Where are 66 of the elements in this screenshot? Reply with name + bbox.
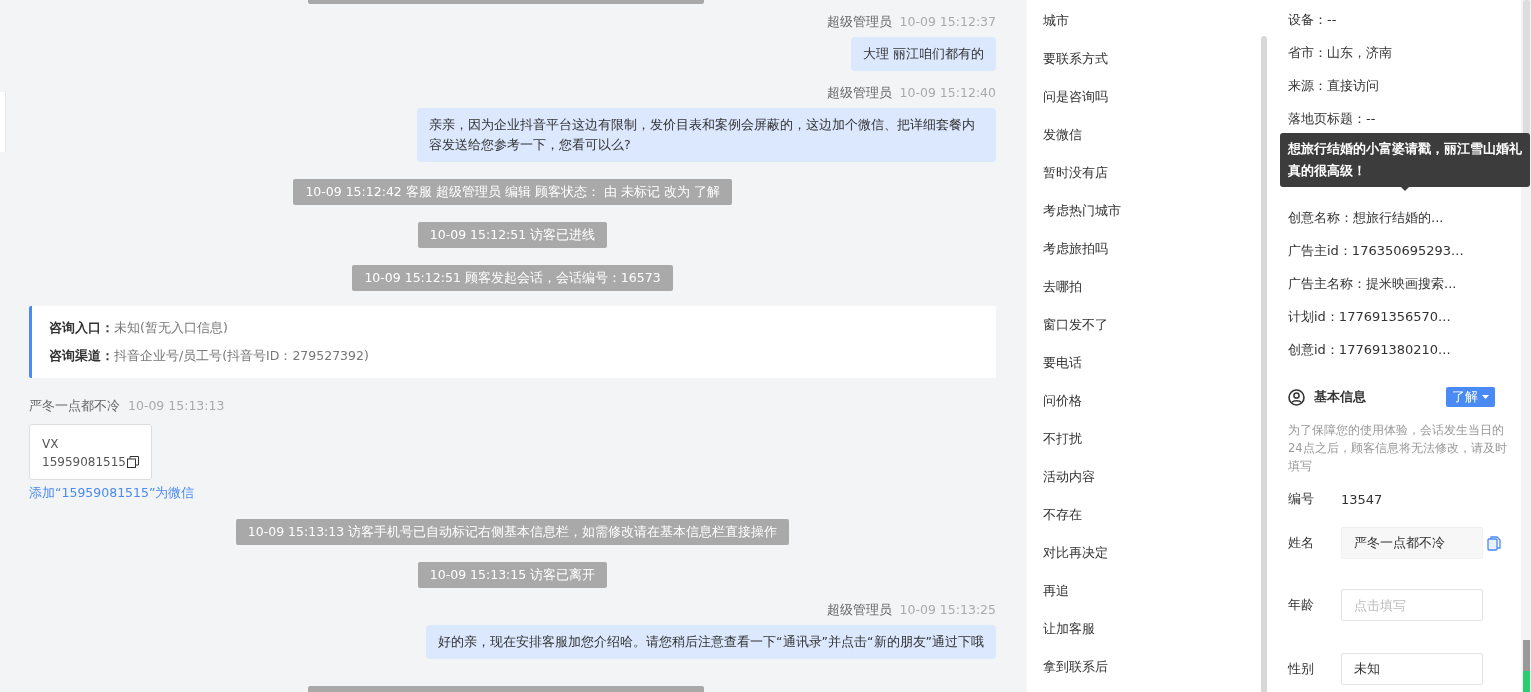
sender-name: 超级管理员 [826,85,892,102]
source-info-row-text: 广告主名称：提米映画搜索... [1288,275,1458,293]
name-field[interactable]: 严冬一点都不冷 [1341,527,1483,559]
quick-reply-item[interactable]: 再追 [1043,581,1261,619]
quick-reply-item[interactable]: 考虑热门城市 [1043,201,1261,239]
scrollbar-thumb[interactable] [1261,36,1267,692]
message-time: 10-09 15:13:13 [128,398,225,415]
quick-reply-item[interactable]: 城市 [1043,11,1261,49]
card-title: VX [42,436,60,453]
scrollbar-thumb[interactable] [1523,0,1530,136]
notice-text: 为了保障您的使用体验，会话发生当日的24点之后，顾客信息将无法修改，请及时填写 [1288,422,1508,475]
gender-select[interactable]: 未知 [1341,653,1483,685]
quick-reply-item[interactable]: 活动内容 [1043,467,1261,505]
message-time: 10-09 15:12:40 [899,85,996,102]
scrollbar-thumb[interactable] [1523,640,1530,692]
quick-reply-item[interactable]: 考虑旅拍吗 [1043,239,1261,277]
field-label: 姓名 [1288,534,1315,552]
info-label: 咨询入口： [49,320,114,335]
tooltip: 想旅行结婚的小富婆请戳，丽江雪山婚礼真的很高级！ [1280,133,1530,187]
field-value: 13547 [1341,491,1383,507]
quick-reply-item[interactable]: 对比再决定 [1043,543,1261,581]
message-bubble: 亲亲，因为企业抖音平台这边有限制，发价目表和案例会屏蔽的，这边加个微信、把详细套餐内容发送给您参考一下，您看可以么? [417,108,996,162]
caret-icon [1482,395,1489,399]
field-label: 年龄 [1288,596,1315,614]
source-info-row-text: 来源：直接访问 [1288,77,1380,95]
system-notice: 10-09 15:12:42 客服 超级管理员 编辑 顾客状态： 由 未标记 改为 了解 [293,179,732,205]
quick-reply-item[interactable]: 窗口发不了 [1043,315,1261,353]
system-notice: 10-09 15:12:51 顾客发起会话，会话编号：16573 [352,265,673,291]
quick-reply-item[interactable]: 问是咨询吗 [1043,87,1261,125]
info-value: 未知(暂无入口信息) [114,320,228,335]
quick-reply-item[interactable]: 问价格 [1043,391,1261,429]
system-notice: 10-09 15:12:51 访客已进线 [417,222,608,248]
section-title: 基本信息 [1314,388,1366,406]
quick-reply-item[interactable]: 暂时没有店 [1043,163,1261,201]
sender-name: 超级管理员 [826,14,892,31]
quick-reply-item[interactable]: 去哪拍 [1043,277,1261,315]
field-label: 性别 [1288,660,1315,678]
user-icon [1288,388,1305,406]
message-bubble: 好的亲，现在安排客服加您介绍哈。请您稍后注意查看一下“通讯录”并点击“新的朋友”通过下哦 [426,625,996,659]
quick-reply-item[interactable]: 要电话 [1043,353,1261,391]
quick-reply-item[interactable]: 不打扰 [1043,429,1261,467]
info-label: 咨询渠道： [49,348,114,363]
message-time: 10-09 15:12:37 [899,14,996,31]
system-notice: 10-09 15:13:13 访客手机号已自动标记右侧基本信息栏，如需修改请在基本信息栏直接操作 [235,519,790,545]
source-info-row-text: 计划id：177691356570... [1288,308,1452,326]
quick-reply-item[interactable]: 不存在 [1043,505,1261,543]
source-info-row-text: 创意名称：想旅行结婚的... [1288,209,1445,227]
source-info-row-text: 省市：山东，济南 [1288,44,1393,62]
source-info-row-text: 广告主id：176350695293... [1288,242,1465,260]
system-notice: 10-09 15:13:15 访客已离开 [417,562,608,588]
source-info-row-text: 创意id：177691380210... [1288,341,1452,359]
quick-reply-item[interactable]: 发微信 [1043,125,1261,163]
source-info-row-text: 设备：-- [1288,11,1338,29]
age-field[interactable]: 点击填写 [1341,589,1483,621]
field-label: 编号 [1288,490,1315,508]
quick-reply-item[interactable]: 要联系方式 [1043,49,1261,87]
source-info-row-text: 落地页标题：-- [1288,110,1377,128]
message-bubble: 大理 丽江咱们都有的 [851,37,996,71]
card-number: 15959081515 [42,454,126,471]
message-time: 10-09 15:13:25 [899,602,996,619]
sender-name: 严冬一点都不冷 [29,398,120,415]
info-value: 抖音企业号/员工号(抖音号ID：279527392) [114,348,369,363]
quick-reply-item[interactable]: 让加客服 [1043,619,1261,657]
quick-reply-item[interactable]: 拿到联系后 [1043,657,1261,692]
copy-icon[interactable] [127,456,139,468]
sender-name: 超级管理员 [826,602,892,619]
